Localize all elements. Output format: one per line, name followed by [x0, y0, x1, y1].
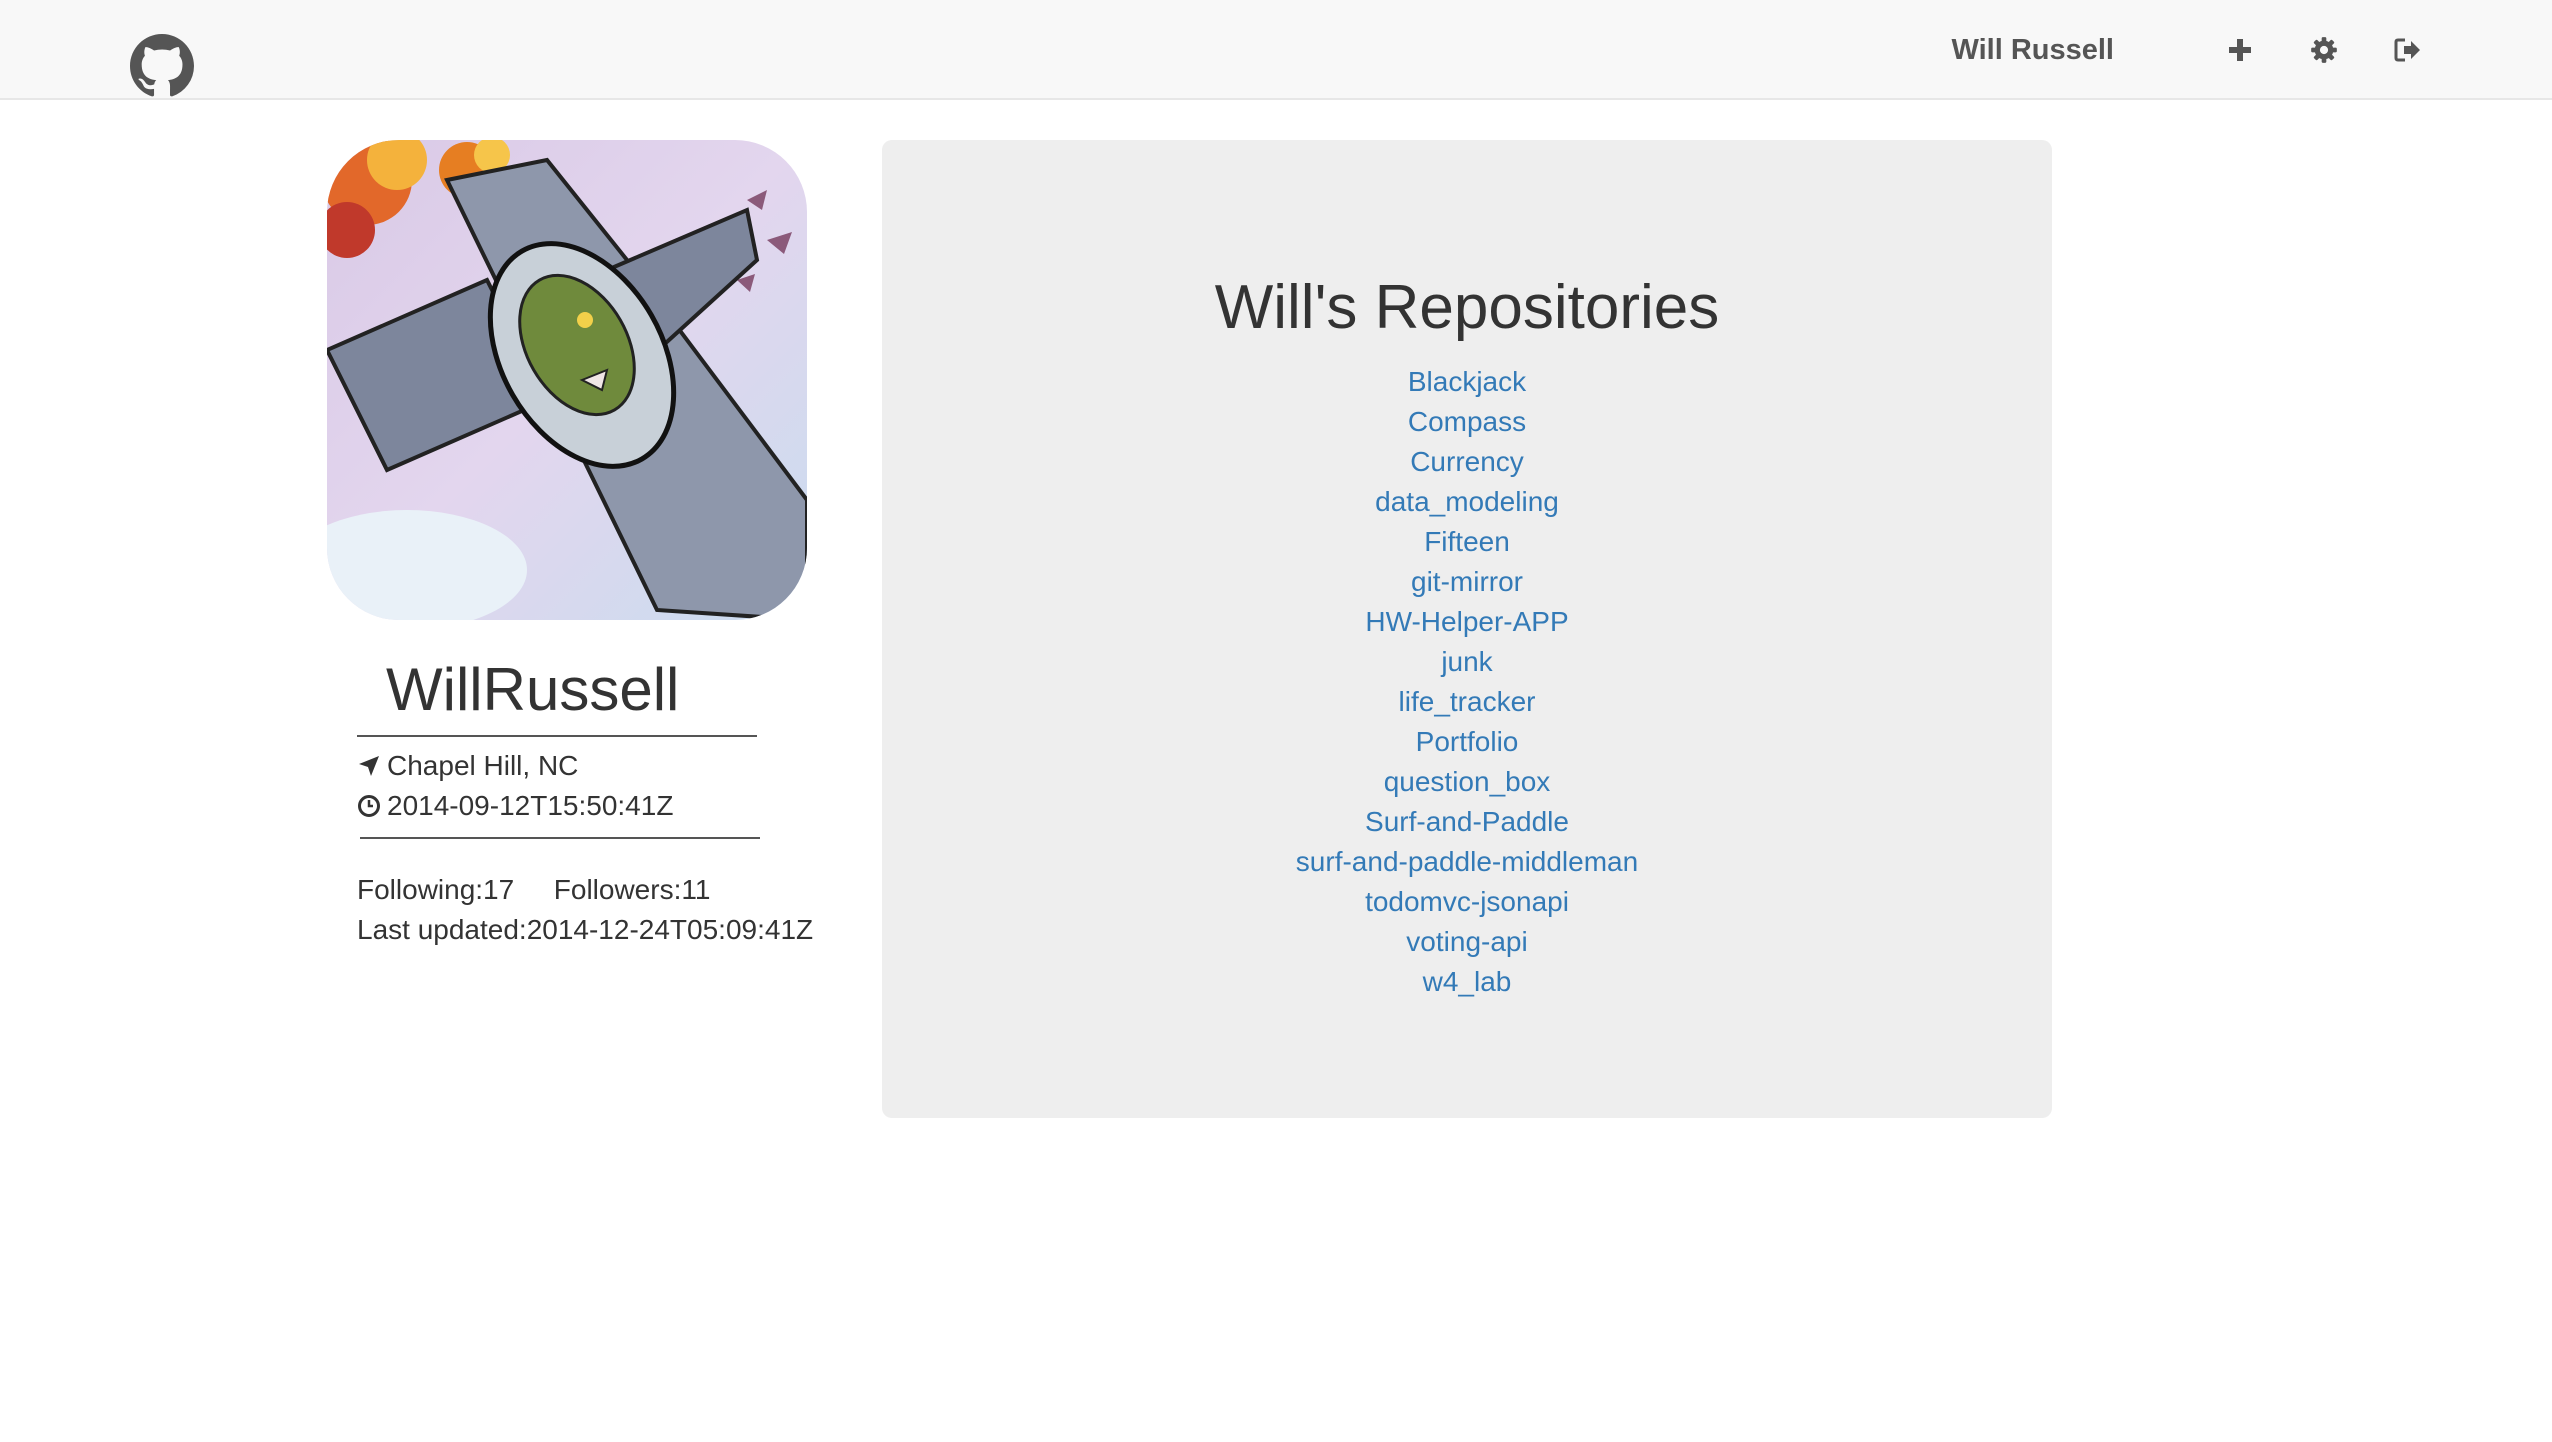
navbar-right-group: Will Russell — [1951, 0, 2422, 100]
repo-link[interactable]: Portfolio — [1416, 726, 1519, 757]
profile-location-text: Chapel Hill, NC — [387, 750, 579, 781]
navbar-user-link[interactable]: Will Russell — [1951, 34, 2114, 67]
location-arrow-icon — [359, 756, 379, 776]
list-item: Fifteen — [882, 522, 2052, 562]
list-item: data_modeling — [882, 482, 2052, 522]
repo-link[interactable]: question_box — [1384, 766, 1551, 797]
profile-location: Chapel Hill, NC — [357, 750, 578, 782]
profile-created-text: 2014-09-12T15:50:41Z — [387, 790, 674, 821]
profile-username: WillRussell — [386, 656, 680, 723]
gear-icon[interactable] — [2310, 36, 2338, 64]
repo-link[interactable]: voting-api — [1406, 926, 1527, 957]
following-count[interactable]: Following:17 — [357, 874, 514, 905]
plus-icon[interactable] — [2226, 36, 2254, 64]
clock-icon — [358, 795, 380, 817]
repositories-heading: Will's Repositories — [1214, 273, 1720, 342]
list-item: life_tracker — [882, 682, 2052, 722]
repo-link[interactable]: Surf-and-Paddle — [1365, 806, 1569, 837]
repo-link[interactable]: HW-Helper-APP — [1365, 606, 1568, 637]
github-logo-icon[interactable] — [130, 34, 194, 98]
list-item: Compass — [882, 402, 2052, 442]
list-item: surf-and-paddle-middleman — [882, 842, 2052, 882]
list-item: Currency — [882, 442, 2052, 482]
repo-link[interactable]: Currency — [1410, 446, 1524, 477]
list-item: HW-Helper-APP — [882, 602, 2052, 642]
list-item: git-mirror — [882, 562, 2052, 602]
list-item: Surf-and-Paddle — [882, 802, 2052, 842]
list-item: voting-api — [882, 922, 2052, 962]
repo-link[interactable]: life_tracker — [1399, 686, 1536, 717]
profile-divider-top — [357, 735, 757, 737]
list-item: Portfolio — [882, 722, 2052, 762]
repo-link[interactable]: Blackjack — [1408, 366, 1526, 397]
followers-count[interactable]: Followers:11 — [554, 874, 711, 905]
list-item: w4_lab — [882, 962, 2052, 1002]
list-item: junk — [882, 642, 2052, 682]
top-navbar: Will Russell — [0, 0, 2552, 100]
avatar — [327, 140, 807, 620]
repo-link[interactable]: Fifteen — [1424, 526, 1510, 557]
repo-link[interactable]: Compass — [1408, 406, 1526, 437]
list-item: todomvc-jsonapi — [882, 882, 2052, 922]
repo-link[interactable]: git-mirror — [1411, 566, 1523, 597]
profile-last-updated: Last updated:2014-12-24T05:09:41Z — [357, 914, 814, 945]
profile-follow-stats: Following:17 Followers:11 — [357, 874, 710, 906]
repo-link[interactable]: w4_lab — [1423, 966, 1512, 997]
repo-link[interactable]: data_modeling — [1375, 486, 1559, 517]
list-item: Blackjack — [882, 362, 2052, 402]
repo-link[interactable]: junk — [1441, 646, 1492, 677]
profile-created: 2014-09-12T15:50:41Z — [357, 790, 673, 822]
repo-link[interactable]: surf-and-paddle-middleman — [1296, 846, 1638, 877]
profile-divider-bottom — [360, 837, 760, 839]
log-out-icon[interactable] — [2394, 36, 2422, 64]
list-item: question_box — [882, 762, 2052, 802]
repository-list: Blackjack Compass Currency data_modeling… — [882, 362, 2052, 1002]
repo-link[interactable]: todomvc-jsonapi — [1365, 886, 1569, 917]
